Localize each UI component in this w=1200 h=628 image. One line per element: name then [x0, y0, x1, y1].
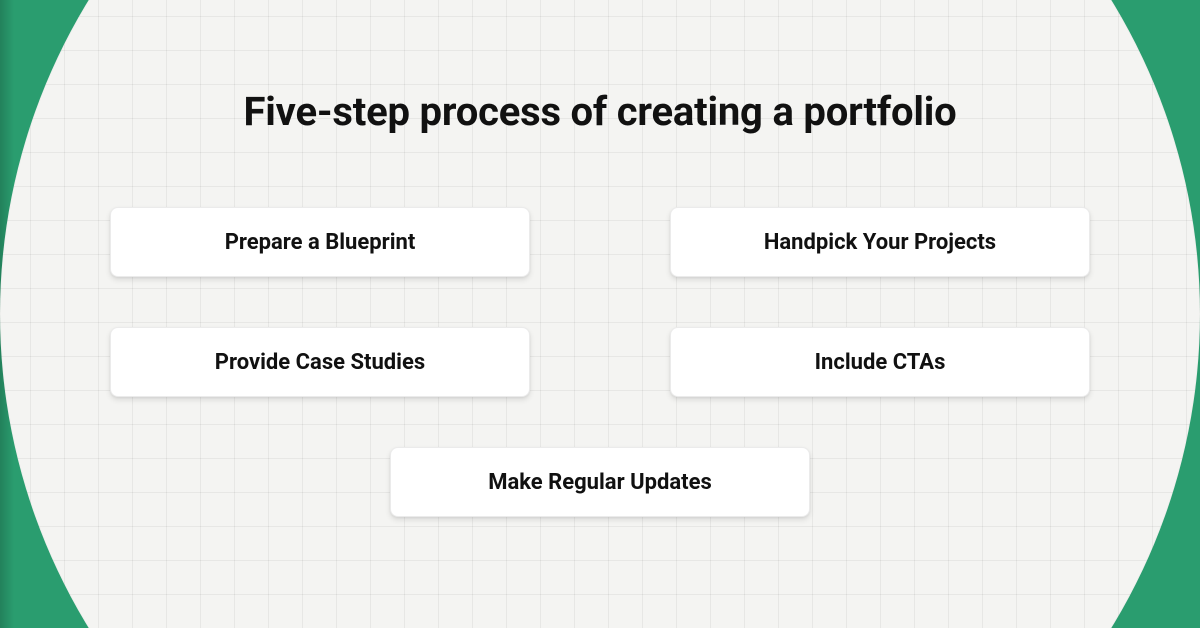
step-label: Provide Case Studies — [215, 350, 425, 375]
step-card-5: Make Regular Updates — [390, 447, 810, 517]
diagram-title: Five-step process of creating a portfoli… — [244, 88, 957, 135]
step-card-3: Provide Case Studies — [110, 327, 530, 397]
step-label: Prepare a Blueprint — [225, 230, 416, 255]
step-label: Make Regular Updates — [488, 470, 712, 495]
step-label: Include CTAs — [815, 350, 946, 375]
step-card-1: Prepare a Blueprint — [110, 207, 530, 277]
steps-row-3: Make Regular Updates — [390, 447, 810, 517]
step-card-4: Include CTAs — [670, 327, 1090, 397]
step-label: Handpick Your Projects — [764, 230, 996, 255]
steps-row-2: Provide Case Studies Include CTAs — [110, 327, 1090, 397]
diagram-content: Five-step process of creating a portfoli… — [0, 0, 1200, 628]
step-card-2: Handpick Your Projects — [670, 207, 1090, 277]
steps-grid: Prepare a Blueprint Handpick Your Projec… — [110, 207, 1090, 517]
steps-row-1: Prepare a Blueprint Handpick Your Projec… — [110, 207, 1090, 277]
